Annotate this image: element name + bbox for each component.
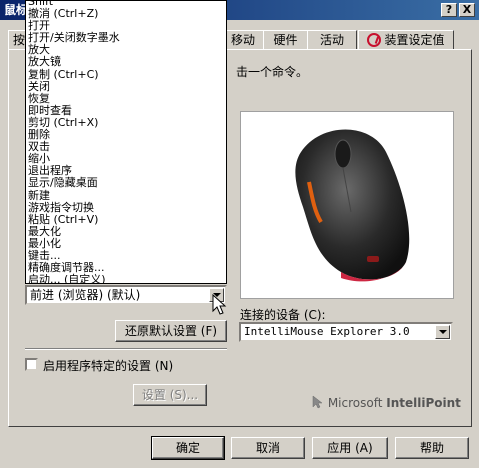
button-label: 应用 (A) — [327, 441, 373, 455]
tab-activity[interactable]: 活动 — [307, 30, 357, 50]
command-list-item[interactable]: 打开/关闭数字墨水 — [26, 32, 226, 44]
button-label: 还原默认设置 (F) — [124, 324, 218, 338]
command-select[interactable]: 前进 (浏览器) (默认) — [25, 285, 227, 305]
button-label: 取消 — [255, 441, 280, 455]
tab-label: 按 — [12, 33, 25, 47]
connected-device-select[interactable]: IntelliMouse Explorer 3.0 — [239, 322, 453, 342]
tab-movement[interactable]: 移动 — [222, 30, 264, 50]
brand-product: IntelliPoint — [386, 396, 461, 410]
tab-hardware[interactable]: 硬件 — [263, 30, 308, 50]
command-list-item[interactable]: 粘贴 (Ctrl+V) — [26, 213, 226, 226]
button-label: 确定 — [175, 441, 200, 455]
help-icon: ? — [445, 3, 453, 16]
cancel-button[interactable]: 取消 — [231, 437, 305, 459]
tab-label: 装置设定值 — [384, 33, 445, 47]
command-list-item[interactable]: 撤消 (Ctrl+Z) — [26, 8, 226, 20]
help-button[interactable]: 帮助 — [395, 437, 469, 459]
button-label: 帮助 — [419, 441, 444, 455]
apply-button[interactable]: 应用 (A) — [312, 437, 388, 459]
command-select-value: 前进 (浏览器) (默认) — [30, 288, 141, 302]
microsoft-intellipoint-logo: Microsoft IntelliPoint — [312, 395, 461, 410]
chevron-down-icon[interactable] — [435, 325, 450, 339]
command-list-item[interactable]: 新建 — [26, 189, 226, 202]
mouse-cursor-icon — [212, 294, 227, 315]
button-label: 设置 (S)... — [141, 388, 199, 402]
tab-device-settings[interactable]: 装置设定值 — [358, 30, 454, 50]
mouse-illustration — [295, 129, 410, 282]
restore-defaults-button[interactable]: 还原默认设置 (F) — [115, 320, 227, 342]
tab-label: 移动 — [230, 33, 255, 47]
command-list-item[interactable]: 关闭 — [26, 80, 226, 93]
command-list-item[interactable]: 剪切 (Ctrl+X) — [26, 116, 226, 129]
command-dropdown-list[interactable]: Shift 撤消 (Ctrl+Z) 打开 打开/关闭数字墨水 放大 放大镜 复制 (Ctrl… — [25, 0, 227, 284]
close-icon: X — [462, 3, 472, 16]
settings-button[interactable]: 设置 (S)... — [133, 384, 207, 406]
help-title-button[interactable]: ? — [441, 3, 457, 17]
command-list-item[interactable]: 游戏指令切换 — [26, 201, 226, 214]
app-specific-checkbox[interactable] — [25, 358, 38, 371]
command-list-item[interactable]: 复制 (Ctrl+C) — [26, 68, 226, 81]
app-specific-label: 启用程序特定的设置 (N) — [43, 359, 174, 373]
command-list-item[interactable]: 双击 — [26, 141, 226, 153]
instruction-text: 击一个命令。 — [236, 65, 309, 79]
connected-device-label: 连接的设备 (C): — [240, 308, 326, 322]
command-list-item[interactable]: 启动... (自定义) — [26, 274, 226, 283]
tab-label: 硬件 — [273, 33, 298, 47]
command-list-item[interactable]: 显示/隐藏桌面 — [26, 177, 226, 189]
mouse-image — [240, 111, 454, 299]
command-list-item[interactable]: 删除 — [26, 128, 226, 141]
pointer-logo-icon — [312, 395, 323, 409]
command-list-item[interactable]: 放大镜 — [26, 56, 226, 68]
separator — [25, 348, 227, 350]
connected-device-value: IntelliMouse Explorer 3.0 — [244, 325, 410, 338]
intellipoint-logo-icon — [367, 33, 382, 47]
close-button[interactable]: X — [459, 3, 475, 17]
ok-button[interactable]: 确定 — [151, 436, 225, 460]
brand-company: Microsoft — [327, 396, 383, 410]
tab-label: 活动 — [319, 33, 344, 47]
